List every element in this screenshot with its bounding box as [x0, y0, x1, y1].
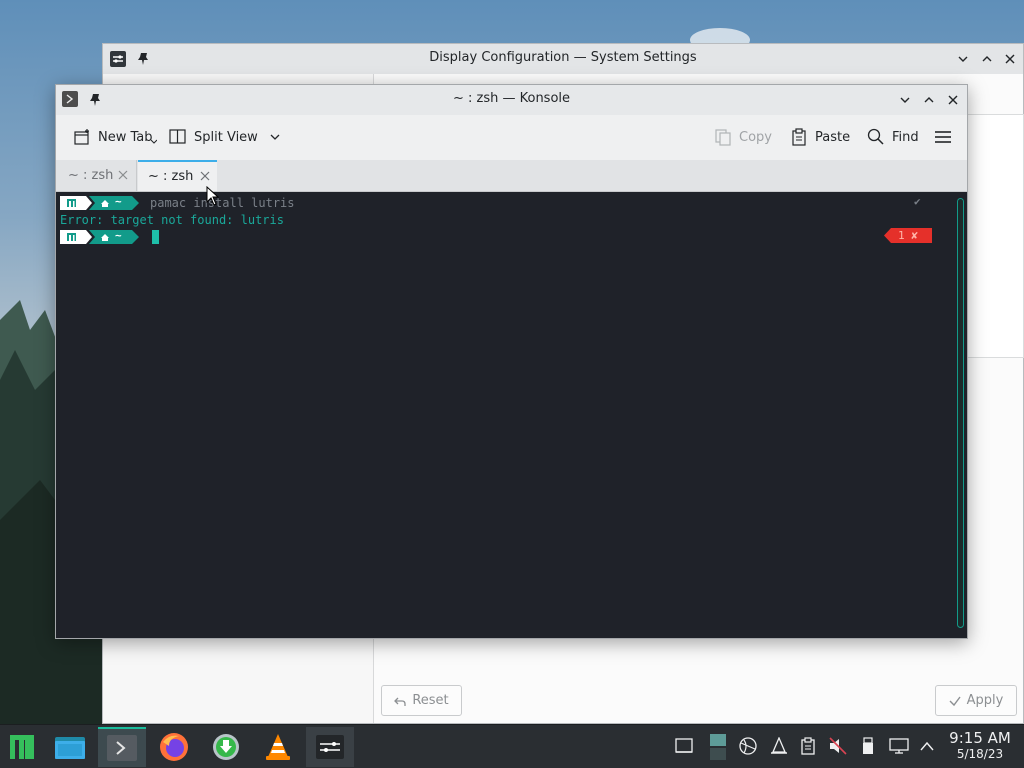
dropdown-arrow-icon[interactable] [150, 139, 157, 145]
vlc-tray[interactable] [768, 735, 790, 757]
settings-icon [316, 735, 344, 759]
search-icon [867, 128, 885, 146]
tab-bar: ~ : zsh ~ : zsh [56, 160, 967, 192]
clipboard-tray[interactable] [797, 735, 819, 757]
konsole-window[interactable]: ~ : zsh — Konsole New Tab Split View Cop… [55, 84, 968, 639]
tab-close-icon[interactable] [200, 171, 210, 181]
terminal-area[interactable]: ~ pamac install lutris ✔ Error: target n… [56, 192, 967, 638]
konsole-titlebar[interactable]: ~ : zsh — Konsole [56, 85, 967, 116]
new-tab-button[interactable]: New Tab [73, 123, 157, 151]
taskbar-dolphin[interactable] [46, 727, 94, 767]
tab-zsh-1[interactable]: ~ : zsh [59, 160, 137, 191]
command-success-icon: ✔ [914, 195, 921, 208]
folder-icon [55, 735, 85, 759]
powerline-prompt [60, 229, 139, 244]
settings-titlebar[interactable]: Display Configuration — System Settings [103, 44, 1023, 75]
prompt-line: ~ [60, 228, 159, 245]
konsole-toolbar: New Tab Split View Copy Paste Find [56, 115, 967, 161]
paste-button[interactable]: Paste [790, 123, 850, 151]
clipboard-icon [800, 737, 816, 755]
powerline-prompt [60, 195, 139, 210]
split-view-button[interactable]: Split View [169, 123, 281, 151]
usb-device-tray[interactable] [857, 735, 879, 757]
manjaro-logo-icon [10, 735, 34, 759]
new-tab-icon [73, 128, 91, 146]
display-tray[interactable] [888, 735, 910, 757]
error-line: Error: target not found: lutris [60, 211, 284, 228]
copy-label: Copy [739, 129, 772, 145]
apply-button[interactable]: Apply [935, 685, 1017, 716]
window-title: ~ : zsh — Konsole [452, 91, 571, 106]
volume-tray[interactable] [827, 735, 849, 757]
volume-muted-icon [828, 737, 848, 755]
paste-icon [790, 128, 808, 146]
taskbar-firefox[interactable] [150, 727, 198, 767]
maximize-icon[interactable] [979, 51, 995, 67]
exit-code-badge: 1 ✘ [884, 228, 932, 243]
show-desktop-icon [675, 738, 693, 754]
find-button[interactable]: Find [867, 123, 919, 151]
virtual-desktop-pager[interactable] [707, 732, 729, 762]
reset-button[interactable]: Reset [381, 685, 462, 716]
apply-label: Apply [966, 693, 1004, 708]
command-text: pamac install lutris [150, 195, 295, 210]
minimize-icon[interactable] [897, 92, 913, 108]
clock-time: 9:15 AM [949, 729, 1011, 747]
paste-label: Paste [815, 129, 851, 145]
new-tab-label: New Tab [98, 129, 153, 145]
vlc-icon [264, 733, 292, 761]
terminal-scrollbar[interactable] [957, 198, 964, 628]
error-text: Error: target not found: lutris [60, 212, 284, 227]
expand-tray-button[interactable] [916, 735, 938, 757]
taskbar-system-settings[interactable] [306, 727, 354, 767]
konsole-icon [107, 735, 137, 761]
maximize-icon[interactable] [921, 92, 937, 108]
undo-icon [394, 695, 406, 707]
clock[interactable]: 9:15 AM 5/18/23 [940, 729, 1020, 762]
prompt-line: ~ pamac install lutris [60, 194, 295, 211]
taskbar-konsole[interactable] [98, 727, 146, 767]
prompt-home-label: ~ [115, 195, 122, 208]
tab-close-icon[interactable] [118, 170, 128, 180]
window-title: Display Configuration — System Settings [429, 50, 697, 65]
hamburger-menu-icon [934, 128, 952, 146]
app-launcher-button[interactable] [0, 727, 44, 767]
split-view-icon [169, 128, 187, 146]
exit-code-text: 1 ✘ [898, 229, 918, 242]
split-view-label: Split View [194, 129, 258, 145]
network-tray[interactable] [737, 735, 759, 757]
clock-date: 5/18/23 [956, 747, 1004, 761]
close-icon[interactable] [1002, 51, 1018, 67]
vlc-cone-icon [770, 737, 788, 755]
copy-button[interactable]: Copy [714, 123, 772, 151]
taskbar-downloader[interactable] [202, 727, 250, 767]
find-label: Find [892, 129, 919, 145]
checkmark-icon [949, 695, 961, 707]
close-icon[interactable] [945, 92, 961, 108]
usb-drive-icon [861, 737, 875, 755]
network-icon [738, 736, 758, 756]
tab-label: ~ : zsh [68, 168, 114, 183]
text-cursor [152, 229, 159, 244]
reset-label: Reset [412, 693, 449, 708]
taskbar-vlc[interactable] [254, 727, 302, 767]
show-desktop-tray[interactable] [673, 735, 695, 757]
firefox-icon [159, 732, 189, 762]
tab-label: ~ : zsh [148, 169, 194, 184]
mouse-pointer-icon [206, 186, 220, 206]
pager-icon [709, 732, 727, 762]
monitor-icon [889, 737, 909, 755]
taskbar: 9:15 AM 5/18/23 [0, 724, 1024, 768]
prompt-home-label: ~ [115, 229, 122, 242]
download-icon [212, 733, 240, 761]
copy-icon [714, 128, 732, 146]
chevron-up-icon [920, 741, 934, 751]
hamburger-menu-button[interactable] [934, 123, 952, 151]
minimize-icon[interactable] [955, 51, 971, 67]
chevron-down-icon[interactable] [269, 131, 281, 143]
